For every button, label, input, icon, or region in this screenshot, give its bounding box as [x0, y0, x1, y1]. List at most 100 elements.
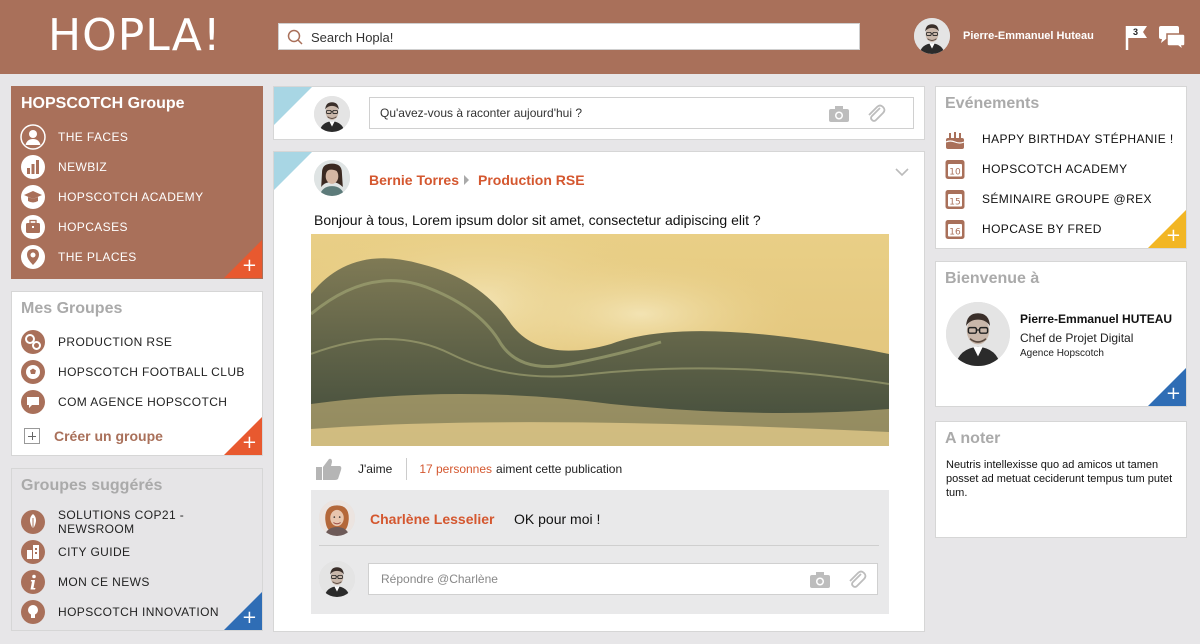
groupe-add-corner[interactable]: +: [223, 239, 262, 278]
graduation-cap-icon: [21, 185, 45, 209]
events-title: Evénements: [945, 95, 1040, 112]
football-icon: [21, 360, 45, 384]
post-author-name[interactable]: Bernie Torres: [369, 172, 459, 188]
mes-groupes-item-production-rse[interactable]: PRODUCTION RSE: [20, 329, 250, 355]
comment-author-avatar[interactable]: [319, 500, 355, 536]
suggeres-item-innovation[interactable]: HOPSCOTCH INNOVATION: [20, 599, 250, 625]
suggeres-item-city-guide[interactable]: CITY GUIDE: [20, 539, 250, 565]
mes-groupes-add-corner[interactable]: +: [223, 416, 262, 455]
reply-box[interactable]: [368, 563, 878, 595]
suggeres-item-label: SOLUTIONS COP21 - NEWSROOM: [58, 508, 185, 536]
composer-avatar: [314, 96, 350, 132]
composer-input[interactable]: [380, 106, 820, 120]
mes-groupes-panel: Mes Groupes PRODUCTION RSE HOPSCOTCH FOO…: [11, 291, 263, 456]
add-square-icon: [24, 428, 40, 444]
suggeres-item-label: MON CE NEWS: [58, 575, 150, 589]
event-item-birthday[interactable]: HAPPY BIRTHDAY STÉPHANIE !: [944, 126, 1174, 152]
comments-section: Charlène Lesselier OK pour moi !: [311, 490, 889, 614]
composer-box[interactable]: [369, 97, 914, 129]
corner-accent: [274, 87, 312, 125]
hopscotch-groupe-panel: HOPSCOTCH Groupe THE FACES NEWBIZ HOPSCO…: [11, 86, 263, 279]
mes-groupes-item-label: PRODUCTION RSE: [58, 335, 173, 349]
suggeres-add-corner[interactable]: +: [223, 591, 262, 630]
speech-bubble-icon: [21, 390, 45, 414]
thumbs-up-icon[interactable]: [314, 457, 344, 481]
groupe-item-the-places[interactable]: THE PLACES: [20, 244, 250, 270]
calendar-icon: 10: [945, 160, 965, 179]
welcome-add-corner[interactable]: +: [1147, 367, 1186, 406]
post-composer: [273, 86, 925, 140]
post-text: Bonjour à tous, Lorem ipsum dolor sit am…: [314, 212, 761, 228]
welcome-name[interactable]: Pierre-Emmanuel HUTEAU: [1020, 312, 1172, 326]
welcome-title: Bienvenue à: [945, 270, 1040, 287]
suggeres-item-mon-ce-news[interactable]: MON CE NEWS: [20, 569, 250, 595]
header-user-avatar[interactable]: [914, 18, 950, 54]
comment-author-name[interactable]: Charlène Lesselier: [370, 511, 495, 527]
event-item-academy[interactable]: 10 HOPSCOTCH ACADEMY: [944, 156, 1174, 182]
mes-groupes-item-football-club[interactable]: HOPSCOTCH FOOTBALL CLUB: [20, 359, 250, 385]
feed-post: Bernie Torres Production RSE Bonjour à t…: [273, 151, 925, 632]
post-like-row: J'aime 17 personnes aiment cette publica…: [314, 456, 914, 482]
reply-input[interactable]: [381, 572, 781, 586]
suggeres-title: Groupes suggérés: [21, 477, 163, 494]
mes-groupes-title: Mes Groupes: [21, 300, 123, 317]
caret-right-icon: [464, 175, 469, 185]
calendar-day: 10: [949, 168, 961, 178]
camera-icon[interactable]: [828, 105, 850, 123]
paperclip-icon[interactable]: [845, 568, 867, 590]
like-button[interactable]: J'aime: [358, 462, 392, 476]
camera-icon[interactable]: [809, 571, 831, 589]
plus-icon: +: [241, 607, 257, 628]
suggeres-item-label: HOPSCOTCH INNOVATION: [58, 605, 219, 619]
groupe-item-hopcases[interactable]: HOPCASES: [20, 214, 250, 240]
event-item-hopcase[interactable]: 16 HOPCASE BY FRED: [944, 216, 1174, 242]
birthday-cake-icon: [945, 132, 965, 149]
calendar-icon: 16: [945, 220, 965, 239]
lightbulb-icon: [21, 600, 45, 624]
header-user-name[interactable]: Pierre-Emmanuel Huteau: [963, 30, 1094, 42]
create-group-button[interactable]: Créer un groupe: [24, 428, 163, 444]
groupes-suggeres-panel: Groupes suggérés SOLUTIONS COP21 - NEWSR…: [11, 468, 263, 631]
welcome-company: Agence Hopscotch: [1020, 348, 1104, 359]
leaf-icon: [21, 510, 45, 534]
suggeres-item-cop21[interactable]: SOLUTIONS COP21 - NEWSROOM: [20, 508, 250, 536]
search-bar[interactable]: [278, 23, 860, 50]
comment-divider: [319, 545, 879, 546]
post-author-avatar[interactable]: [314, 160, 350, 196]
chevron-down-icon[interactable]: [894, 166, 910, 178]
groupe-item-the-faces[interactable]: THE FACES: [20, 124, 250, 150]
groupe-item-newbiz[interactable]: NEWBIZ: [20, 154, 250, 180]
search-input[interactable]: [311, 28, 851, 46]
groupe-item-academy[interactable]: HOPSCOTCH ACADEMY: [20, 184, 250, 210]
plus-icon: +: [241, 255, 257, 276]
groupe-item-label: HOPSCOTCH ACADEMY: [58, 190, 204, 204]
event-item-label: HOPCASE BY FRED: [982, 222, 1102, 236]
like-count-link[interactable]: 17 personnes: [419, 462, 492, 476]
a-noter-panel: A noter Neutris intellexisse quo ad amic…: [935, 421, 1187, 538]
groupe-item-label: THE PLACES: [58, 250, 137, 264]
welcome-role: Chef de Projet Digital: [1020, 331, 1134, 345]
events-panel: Evénements HAPPY BIRTHDAY STÉPHANIE ! 10…: [935, 86, 1187, 249]
plus-icon: +: [241, 432, 257, 453]
event-item-seminaire[interactable]: 15 SÉMINAIRE GROUPE @REX: [944, 186, 1174, 212]
groupe-item-label: HOPCASES: [58, 220, 128, 234]
like-count-suffix: aiment cette publication: [496, 462, 623, 476]
events-add-corner[interactable]: +: [1147, 209, 1186, 248]
post-group-link[interactable]: Production RSE: [478, 172, 585, 188]
search-icon: [287, 29, 303, 45]
create-group-label: Créer un groupe: [54, 428, 163, 444]
calendar-icon: 15: [945, 190, 965, 209]
messages-icon[interactable]: [1157, 25, 1187, 51]
event-item-label: HOPSCOTCH ACADEMY: [982, 162, 1128, 176]
calendar-day: 15: [949, 198, 960, 208]
post-image-wave[interactable]: [311, 234, 889, 446]
chart-icon: [21, 155, 45, 179]
buildings-icon: [21, 540, 45, 564]
mes-groupes-item-label: HOPSCOTCH FOOTBALL CLUB: [58, 365, 245, 379]
like-divider: [406, 458, 408, 480]
welcome-avatar[interactable]: [946, 302, 1010, 366]
suggeres-item-label: CITY GUIDE: [58, 545, 131, 559]
paperclip-icon[interactable]: [864, 102, 886, 124]
app-logo[interactable]: HOPLA!: [48, 10, 222, 61]
mes-groupes-item-com-agence[interactable]: COM AGENCE HOPSCOTCH: [20, 389, 250, 415]
